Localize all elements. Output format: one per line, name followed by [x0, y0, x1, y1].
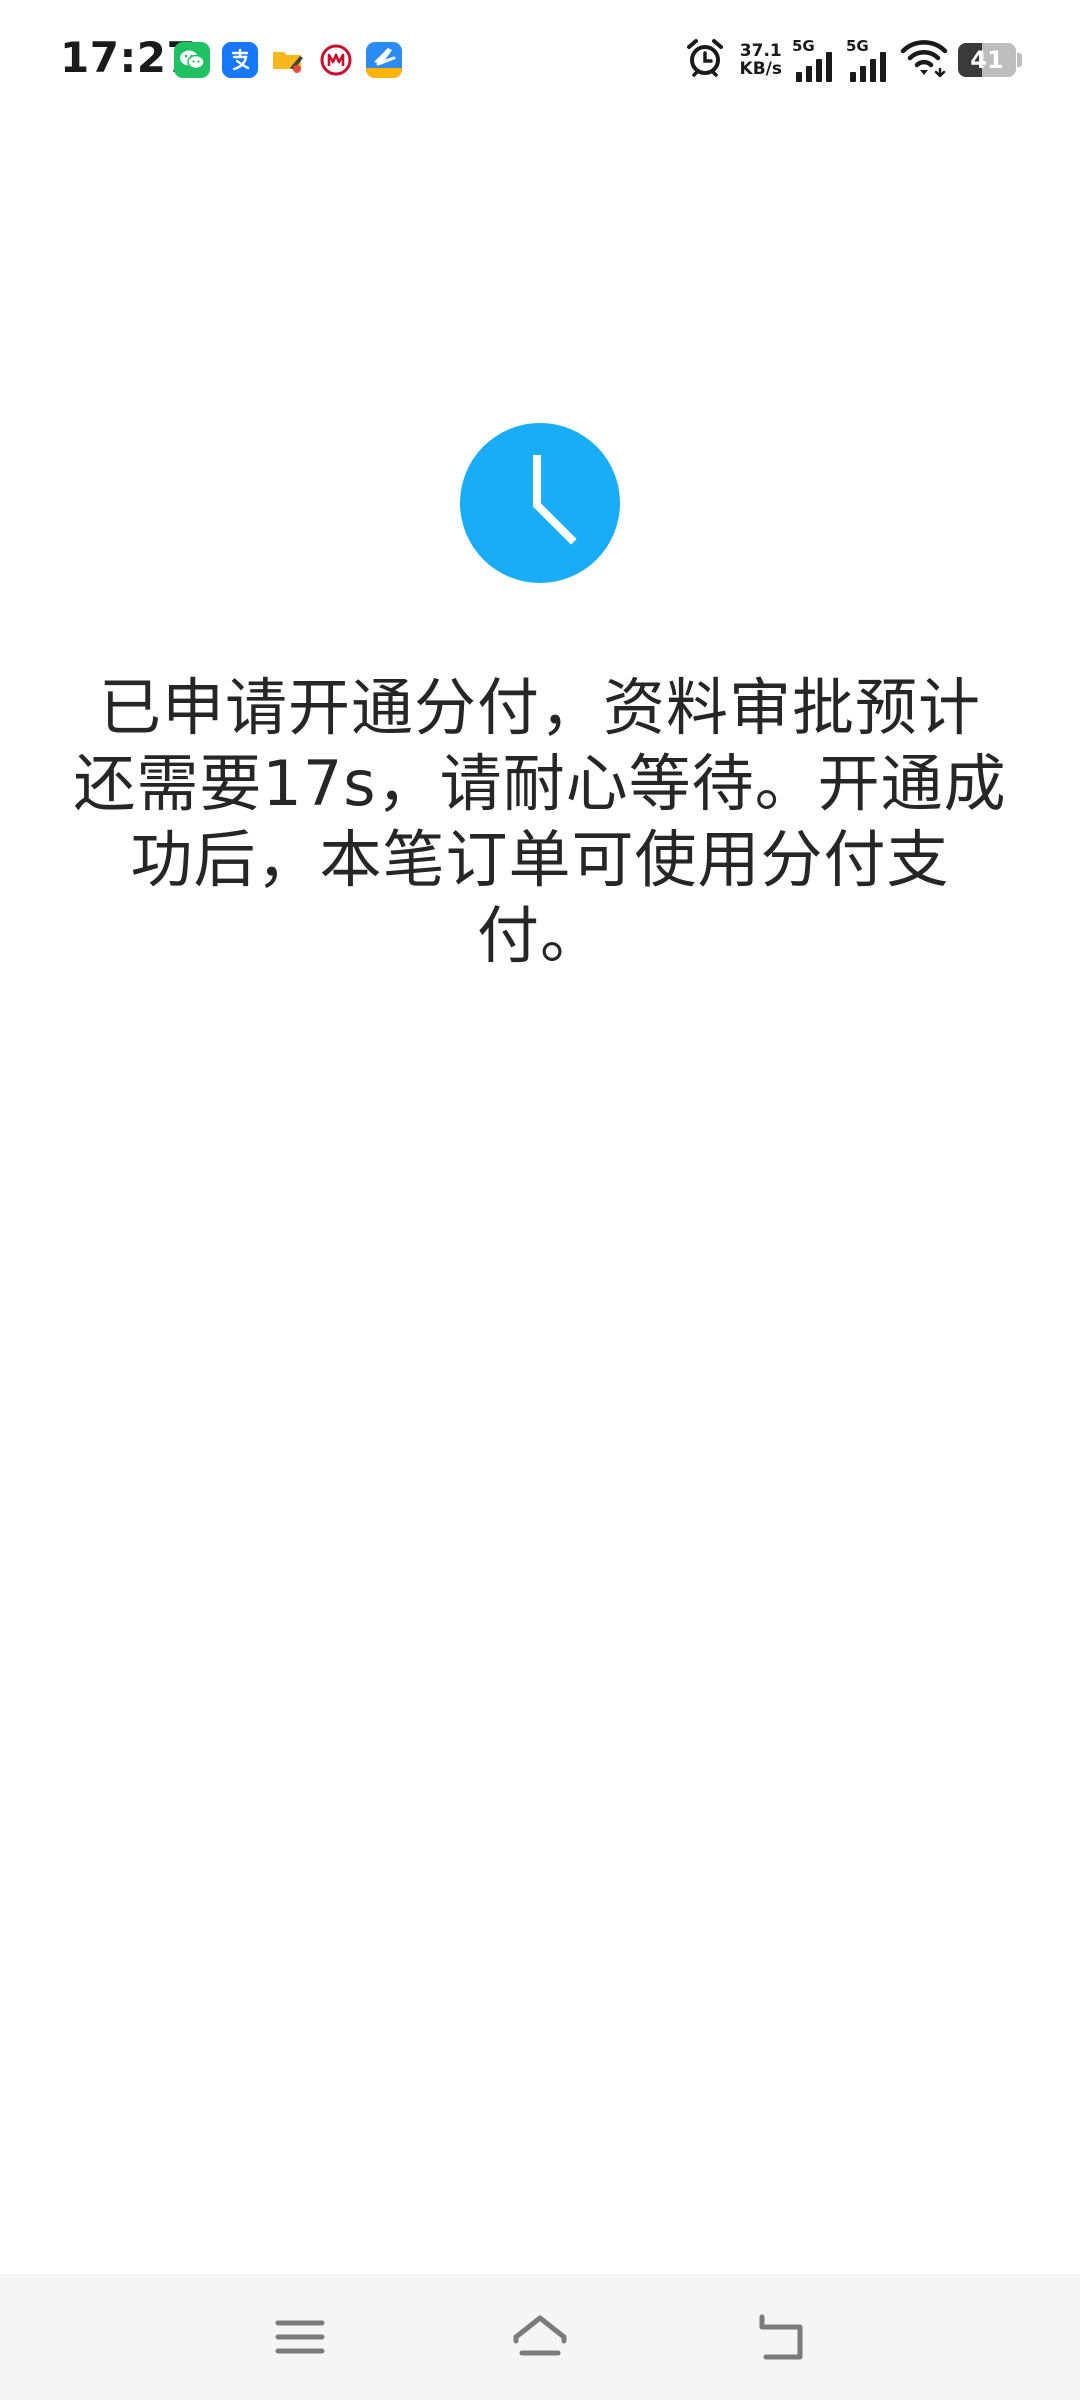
alarm-clock-icon — [684, 37, 726, 83]
battery-indicator: 41 — [958, 43, 1022, 77]
wifi-icon — [900, 39, 948, 81]
alipay-icon — [222, 42, 258, 78]
navigation-bar — [0, 2274, 1080, 2400]
network-speed-value: 37.1 — [739, 41, 782, 61]
screen: 17:27 37.1 KB/s 5G 5G 41 已申请开通分付，资料审批预计还… — [0, 0, 1080, 2400]
sim2-signal: 5G — [846, 38, 890, 82]
menu-button[interactable] — [267, 2304, 333, 2370]
menu-icon — [275, 2320, 325, 2354]
status-message: 已申请开通分付，资料审批预计还需要17s，请耐心等待。开通成功后，本笔订单可使用… — [73, 671, 1007, 972]
wechat-icon — [174, 42, 210, 78]
battery-body: 41 — [958, 43, 1016, 77]
notification-icons — [174, 42, 402, 78]
back-button[interactable] — [747, 2304, 813, 2370]
home-button[interactable] — [507, 2304, 573, 2370]
signal-strength-icon — [796, 52, 832, 82]
signal-strength-icon — [850, 52, 886, 82]
battery-level-text: 41 — [970, 46, 1004, 74]
battery-cap — [1017, 53, 1022, 67]
status-indicators: 37.1 KB/s 5G 5G 41 — [684, 36, 1022, 84]
travel-app-icon — [366, 42, 402, 78]
status-bar: 17:27 37.1 KB/s 5G 5G 41 — [0, 0, 1080, 120]
folder-icon — [270, 42, 306, 78]
back-icon — [759, 2314, 803, 2360]
bank-logo-icon — [318, 42, 354, 78]
clock-icon — [460, 423, 620, 583]
home-icon — [513, 2315, 567, 2356]
sim1-signal: 5G — [792, 38, 836, 82]
network-speed: 37.1 KB/s — [740, 42, 782, 78]
network-speed-unit: KB/s — [739, 59, 782, 79]
